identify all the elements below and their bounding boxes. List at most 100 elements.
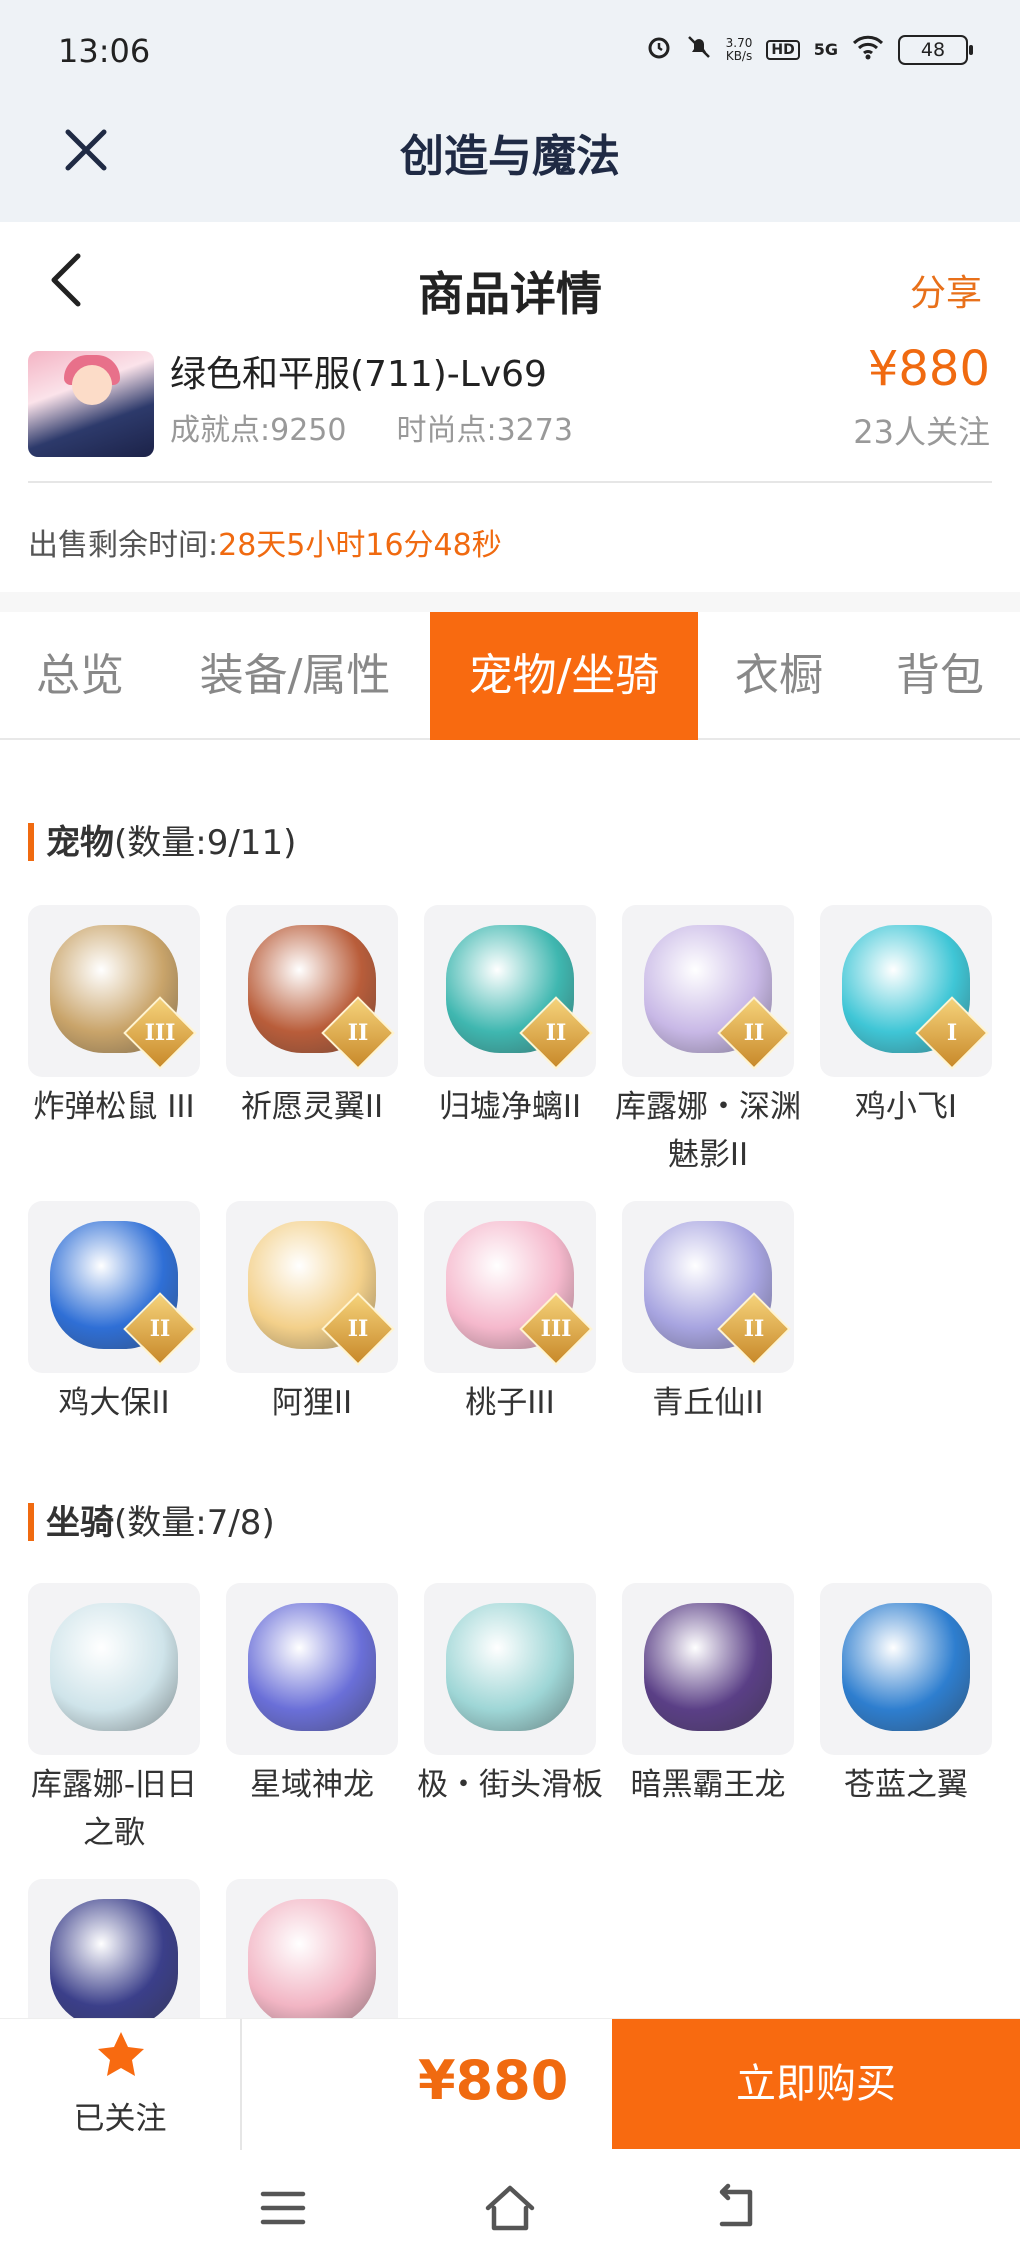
pets-thumbnail: II (226, 1201, 398, 1373)
mounts-name: 库露娜-旧日之歌 (30, 1767, 198, 1851)
pets-name: 祈愿灵翼II (240, 1089, 384, 1125)
status-time: 13:06 (58, 32, 151, 70)
mounts-item[interactable]: 极・街头滑板 (417, 1583, 603, 1809)
menu-icon[interactable] (255, 2180, 311, 2236)
pets-item[interactable]: I 鸡小飞I (820, 905, 992, 1131)
mounts-name: 星域神龙 (250, 1767, 374, 1803)
mounts-item[interactable]: 星域神龙 (226, 1583, 398, 1809)
pets-thumbnail: III (28, 905, 200, 1077)
divider (28, 481, 992, 483)
mounts-thumbnail (28, 1879, 200, 2018)
detail-header: 商品详情 分享 (0, 222, 1020, 347)
buy-now-button[interactable]: 立即购买 (612, 2019, 1020, 2149)
pets-thumbnail: III (424, 1201, 596, 1373)
product-name: 绿色和平服(711)-Lv69 (170, 354, 547, 395)
star-icon (98, 2032, 144, 2076)
pets-item[interactable]: II 青丘仙II (622, 1201, 794, 1427)
status-bar: 13:06 3.70 KB/s HD 5G 48 (0, 0, 1020, 100)
pets-count: (数量:9/11) (114, 823, 297, 863)
mounts-item[interactable]: 苍蓝之翼 (820, 1583, 992, 1809)
mounts-item[interactable] (28, 1879, 200, 2018)
sale-time-value: 28天5小时16分48秒 (218, 528, 502, 563)
grade-label: II (743, 1020, 765, 1046)
product-stats: 成就点:9250 时尚点:3273 (170, 405, 573, 449)
pets-name: 炸弹松鼠 III (33, 1089, 195, 1125)
status-icons: 3.70 KB/s HD 5G 48 (646, 34, 973, 65)
mounts-artwork (842, 1603, 970, 1731)
pets-item[interactable]: II 库露娜・深渊魅影II (615, 905, 801, 1179)
mounts-name: 暗黑霸王龙 (630, 1767, 786, 1803)
pets-item[interactable]: III 桃子III (424, 1201, 596, 1427)
follow-button[interactable]: 已关注 (0, 2019, 242, 2151)
mounts-item[interactable]: 暗黑霸王龙 (622, 1583, 794, 1809)
mounts-name: 苍蓝之翼 (844, 1767, 968, 1803)
mounts-thumbnail (820, 1583, 992, 1755)
follow-label: 已关注 (73, 2101, 167, 2137)
alarm-icon (646, 34, 672, 65)
pets-thumbnail: II (424, 905, 596, 1077)
mounts-thumbnail (28, 1583, 200, 1755)
pets-thumbnail: II (226, 905, 398, 1077)
mounts-title: 坐骑 (46, 1503, 114, 1543)
grade-label: II (743, 1316, 765, 1342)
mounts-thumbnail (424, 1583, 596, 1755)
pets-item[interactable]: III 炸弹松鼠 III (28, 905, 200, 1131)
character-avatar (28, 351, 154, 457)
pets-name: 鸡大保II (58, 1385, 170, 1421)
sale-time-label: 出售剩余时间: (28, 528, 219, 563)
section-gap (0, 592, 1020, 612)
tab-wardrobe[interactable]: 衣橱 (718, 612, 840, 740)
share-button[interactable]: 分享 (910, 264, 982, 316)
pets-name: 库露娜・深渊魅影II (615, 1089, 801, 1173)
tab-equipment[interactable]: 装备/属性 (180, 612, 410, 740)
pets-name: 阿狸II (271, 1385, 353, 1421)
grade-label: II (347, 1020, 369, 1046)
mounts-item[interactable]: 库露娜-旧日之歌 (28, 1583, 200, 1857)
pets-name: 青丘仙II (652, 1385, 764, 1421)
mounts-artwork (248, 1899, 376, 2018)
pets-item[interactable]: II 归墟净螭II (424, 905, 596, 1131)
pets-item[interactable]: II 鸡大保II (28, 1201, 200, 1427)
mounts-name: 极・街头滑板 (417, 1767, 603, 1803)
pets-thumbnail: II (622, 905, 794, 1077)
achievement-points: 成就点:9250 (170, 413, 347, 448)
back-icon[interactable] (708, 2180, 764, 2236)
pets-name: 归墟净螭II (438, 1089, 582, 1125)
grade-label: II (545, 1020, 567, 1046)
mounts-artwork (248, 1603, 376, 1731)
system-nav-bar (0, 2150, 1020, 2267)
net-speed-unit: KB/s (725, 48, 753, 63)
pets-thumbnail: II (28, 1201, 200, 1373)
tab-bar: 总览 装备/属性 宠物/坐骑 衣橱 背包 (0, 612, 1020, 740)
pets-item[interactable]: II 祈愿灵翼II (226, 905, 398, 1131)
tab-backpack[interactable]: 背包 (880, 612, 1000, 740)
fashion-points: 时尚点:3273 (396, 413, 573, 448)
grade-label: III (144, 1020, 176, 1046)
net-speed: 3.70 KB/s (725, 35, 753, 63)
home-icon[interactable] (482, 2180, 538, 2236)
pets-section-title: 宠物(数量:9/11) (28, 815, 296, 864)
grade-label: II (347, 1316, 369, 1342)
follower-count: 23人关注 (853, 413, 990, 451)
page-title: 商品详情 (418, 267, 602, 321)
wifi-icon (852, 34, 884, 65)
net-speed-value: 3.70 (725, 35, 753, 50)
bottom-price: ¥880 (418, 2049, 569, 2112)
mounts-item[interactable] (226, 1879, 398, 2018)
pets-name: 桃子III (465, 1385, 555, 1421)
battery-icon: 48 (898, 34, 973, 65)
pets-thumbnail: I (820, 905, 992, 1077)
pets-item[interactable]: II 阿狸II (226, 1201, 398, 1427)
pets-name: 鸡小飞I (854, 1089, 958, 1125)
sale-remaining-time: 出售剩余时间:28天5小时16分48秒 (28, 520, 502, 564)
mounts-section-title: 坐骑(数量:7/8) (28, 1495, 275, 1544)
tab-pets-mounts[interactable]: 宠物/坐骑 (430, 612, 698, 740)
mounts-thumbnail (226, 1879, 398, 2018)
tab-overview[interactable]: 总览 (20, 612, 140, 740)
mounts-artwork (50, 1603, 178, 1731)
mounts-thumbnail (226, 1583, 398, 1755)
product-summary[interactable]: 绿色和平服(711)-Lv69 成就点:9250 时尚点:3273 ¥880 23… (0, 341, 1020, 485)
mounts-count: (数量:7/8) (114, 1503, 275, 1543)
hd-badge: HD (766, 39, 800, 60)
grade-label: III (540, 1316, 572, 1342)
